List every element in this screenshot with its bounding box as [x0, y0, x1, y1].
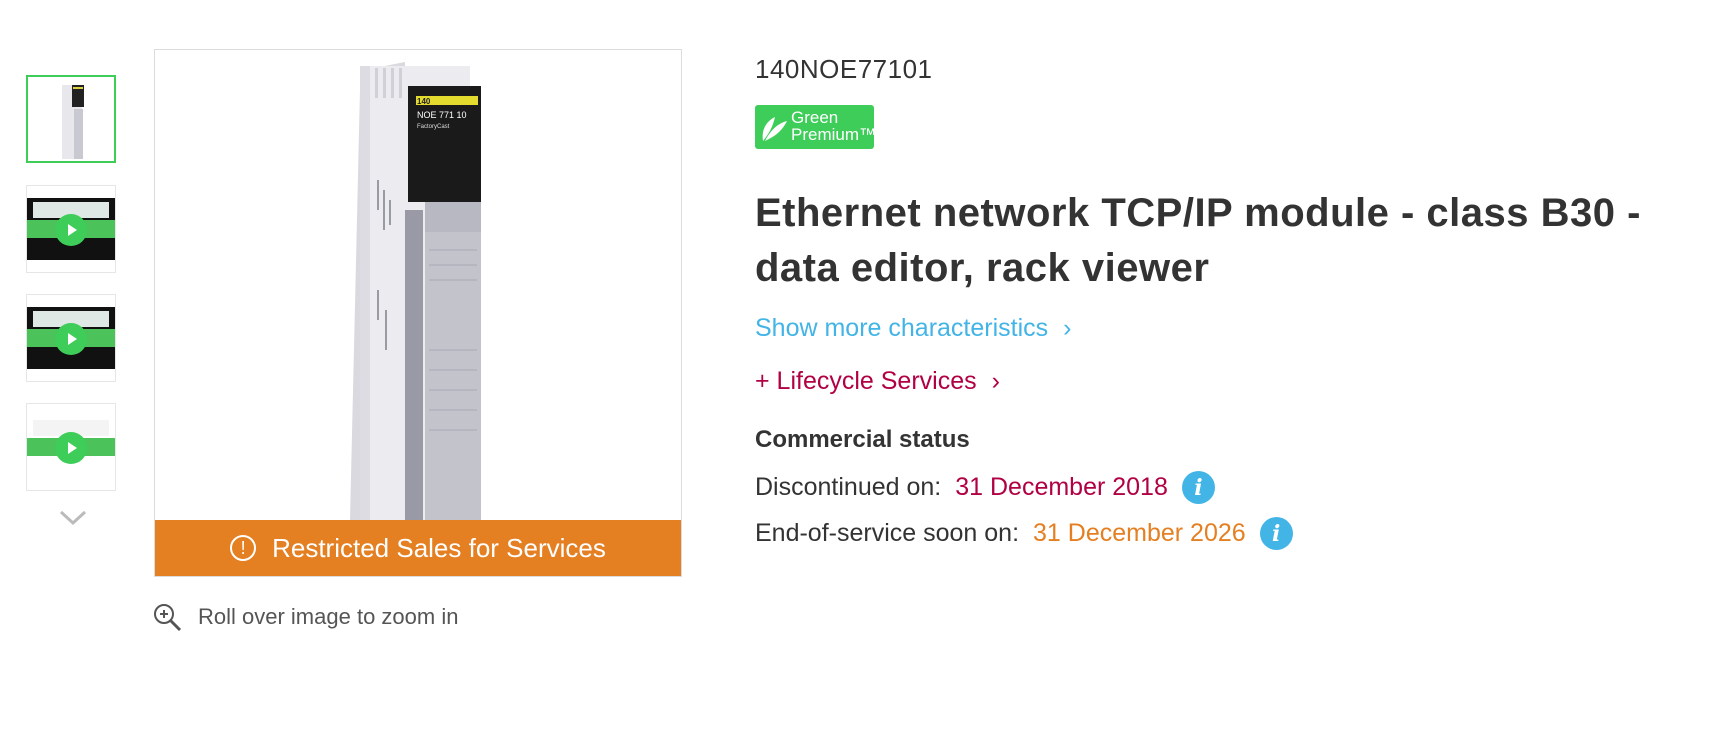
product-module-illustration: 140 NOE 771 10 FactoryCast [350, 62, 481, 520]
leaf-icon [762, 117, 787, 141]
zoom-hint: Roll over image to zoom in [152, 602, 458, 632]
chevron-right-icon: › [991, 367, 1000, 395]
zoom-in-icon [154, 604, 182, 632]
discontinued-date: 31 December 2018 [955, 473, 1168, 501]
product-sku: 140NOE77101 [755, 54, 933, 84]
module-label-line2: NOE 771 10 [417, 110, 467, 120]
module-label-line3: FactoryCast [417, 124, 450, 130]
play-icon [55, 432, 87, 464]
thumbnail-video-1[interactable] [26, 185, 116, 273]
end-of-service-label: End-of-service soon on: [755, 519, 1020, 547]
info-icon[interactable]: i [1181, 471, 1215, 504]
show-more-label: Show more characteristics [755, 314, 1049, 342]
product-title: Ethernet network TCP/IP module - class B… [755, 191, 1641, 290]
zoom-hint-label: Roll over image to zoom in [198, 604, 459, 629]
thumbnail-product-image[interactable] [26, 75, 116, 163]
play-icon [55, 323, 87, 355]
chevron-down-icon[interactable] [58, 507, 88, 527]
commercial-status-heading: Commercial status [755, 426, 970, 453]
end-of-service-row: End-of-service soon on: 31 December 2026… [755, 517, 1293, 550]
badge-line1: Green [791, 108, 839, 127]
restricted-sales-banner: ! Restricted Sales for Services [155, 520, 681, 576]
discontinued-row: Discontinued on: 31 December 2018 i [755, 471, 1215, 504]
module-label-line1: 140 [417, 97, 431, 106]
green-premium-badge[interactable]: Green Premium™ [755, 105, 876, 149]
discontinued-label: Discontinued on: [755, 473, 942, 501]
main-product-image[interactable]: 140 NOE 771 10 FactoryCast ! Restricted … [154, 49, 682, 577]
badge-line2: Premium™ [791, 125, 877, 144]
lifecycle-label: + Lifecycle Services [755, 367, 977, 395]
info-icon[interactable]: i [1259, 517, 1293, 550]
end-of-service-date: 31 December 2026 [1033, 519, 1246, 547]
thumbnail-video-3[interactable] [26, 403, 116, 491]
badge-text: Green Premium™ [791, 109, 876, 143]
lifecycle-services-link[interactable]: + Lifecycle Services › [755, 367, 1000, 396]
thumbnail-video-2[interactable] [26, 294, 116, 382]
restricted-sales-label: Restricted Sales for Services [272, 532, 606, 563]
product-thumbnail-graphic [62, 85, 84, 159]
chevron-right-icon: › [1063, 314, 1072, 342]
warning-icon: ! [230, 535, 257, 561]
play-icon [55, 214, 87, 246]
show-more-characteristics-link[interactable]: Show more characteristics › [755, 314, 1071, 343]
